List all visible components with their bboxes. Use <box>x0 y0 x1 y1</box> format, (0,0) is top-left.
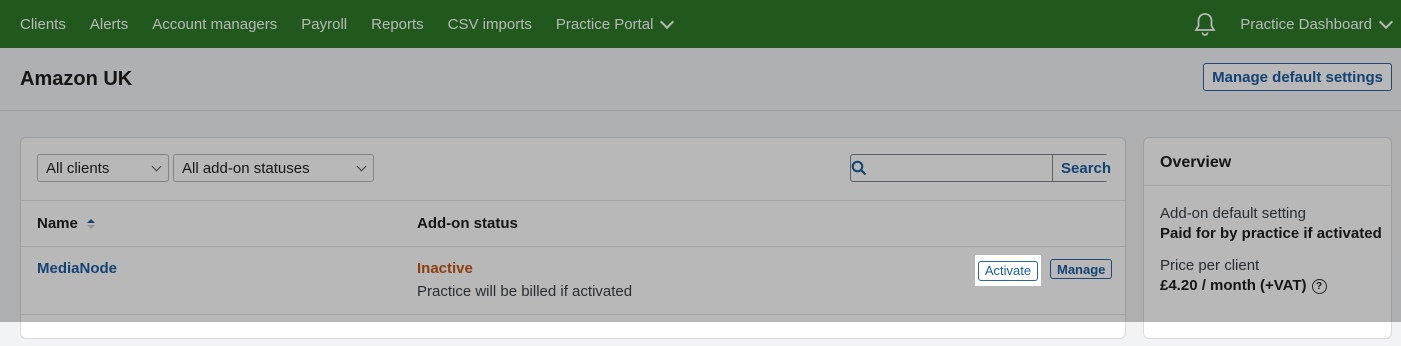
practice-dashboard-label: Practice Dashboard <box>1240 15 1372 33</box>
nav-payroll[interactable]: Payroll <box>301 16 347 33</box>
name-header-label: Name <box>37 215 78 232</box>
filters: All clients All add-on statuses <box>37 154 378 182</box>
table-row: MediaNode Inactive Practice will be bill… <box>21 246 1125 315</box>
name-column-header[interactable]: Name <box>37 215 96 232</box>
bell-icon[interactable] <box>1194 12 1216 36</box>
nav-csv-imports[interactable]: CSV imports <box>448 16 532 33</box>
sort-ascending-icon <box>86 218 96 230</box>
status-filter-value: All add-on statuses <box>182 159 310 177</box>
nav-clients[interactable]: Clients <box>20 16 66 33</box>
client-name-link[interactable]: MediaNode <box>37 260 117 277</box>
search-icon <box>851 155 867 181</box>
search-box: Search <box>850 154 1120 182</box>
page-title: Amazon UK <box>20 68 133 90</box>
activate-highlight: Activate <box>975 255 1041 286</box>
search-input[interactable] <box>867 155 1052 181</box>
page-header: Amazon UK Manage default settings <box>0 48 1401 111</box>
clients-filter-value: All clients <box>46 159 110 177</box>
activate-button[interactable]: Activate <box>977 260 1039 281</box>
nav-alerts[interactable]: Alerts <box>90 16 128 33</box>
addon-status-note: Practice will be billed if activated <box>417 283 633 300</box>
nav-practice-portal-label: Practice Portal <box>555 15 654 33</box>
table-header: Name Add-on status <box>21 200 1125 247</box>
default-setting-label: Add-on default setting <box>1160 205 1306 222</box>
nav-account-managers[interactable]: Account managers <box>152 16 277 33</box>
chevron-down-icon <box>151 161 162 171</box>
practice-dashboard-menu[interactable]: Practice Dashboard <box>1240 14 1394 33</box>
nav-reports[interactable]: Reports <box>371 16 424 33</box>
nav-practice-portal[interactable]: Practice Portal <box>555 14 675 33</box>
clients-card: All clients All add-on statuses Search N… <box>20 137 1126 339</box>
price-label: Price per client <box>1160 257 1260 274</box>
price-value: £4.20 / month (+VAT) <box>1160 277 1307 294</box>
overview-panel: Overview Add-on default setting Paid for… <box>1143 137 1392 339</box>
price-value-line: £4.20 / month (+VAT)? <box>1160 277 1327 294</box>
status-column-header: Add-on status <box>417 215 518 232</box>
help-icon[interactable]: ? <box>1311 279 1327 294</box>
nav-right: Practice Dashboard <box>1194 12 1401 36</box>
manage-button[interactable]: Manage <box>1050 259 1113 279</box>
chevron-down-icon <box>356 161 367 171</box>
default-setting-value: Paid for by practice if activated <box>1160 225 1382 242</box>
nav-left: Clients Alerts Account managers Payroll … <box>0 14 696 33</box>
addon-status: Inactive <box>417 260 473 277</box>
top-navigation: Clients Alerts Account managers Payroll … <box>0 0 1401 48</box>
overview-title: Overview <box>1160 154 1232 171</box>
status-filter-select[interactable]: All add-on statuses <box>173 154 374 182</box>
chevron-down-icon <box>660 14 675 29</box>
manage-default-settings-button[interactable]: Manage default settings <box>1203 63 1392 91</box>
chevron-down-icon <box>1378 14 1394 29</box>
search-button[interactable]: Search <box>1052 155 1120 181</box>
clients-filter-select[interactable]: All clients <box>37 154 169 182</box>
